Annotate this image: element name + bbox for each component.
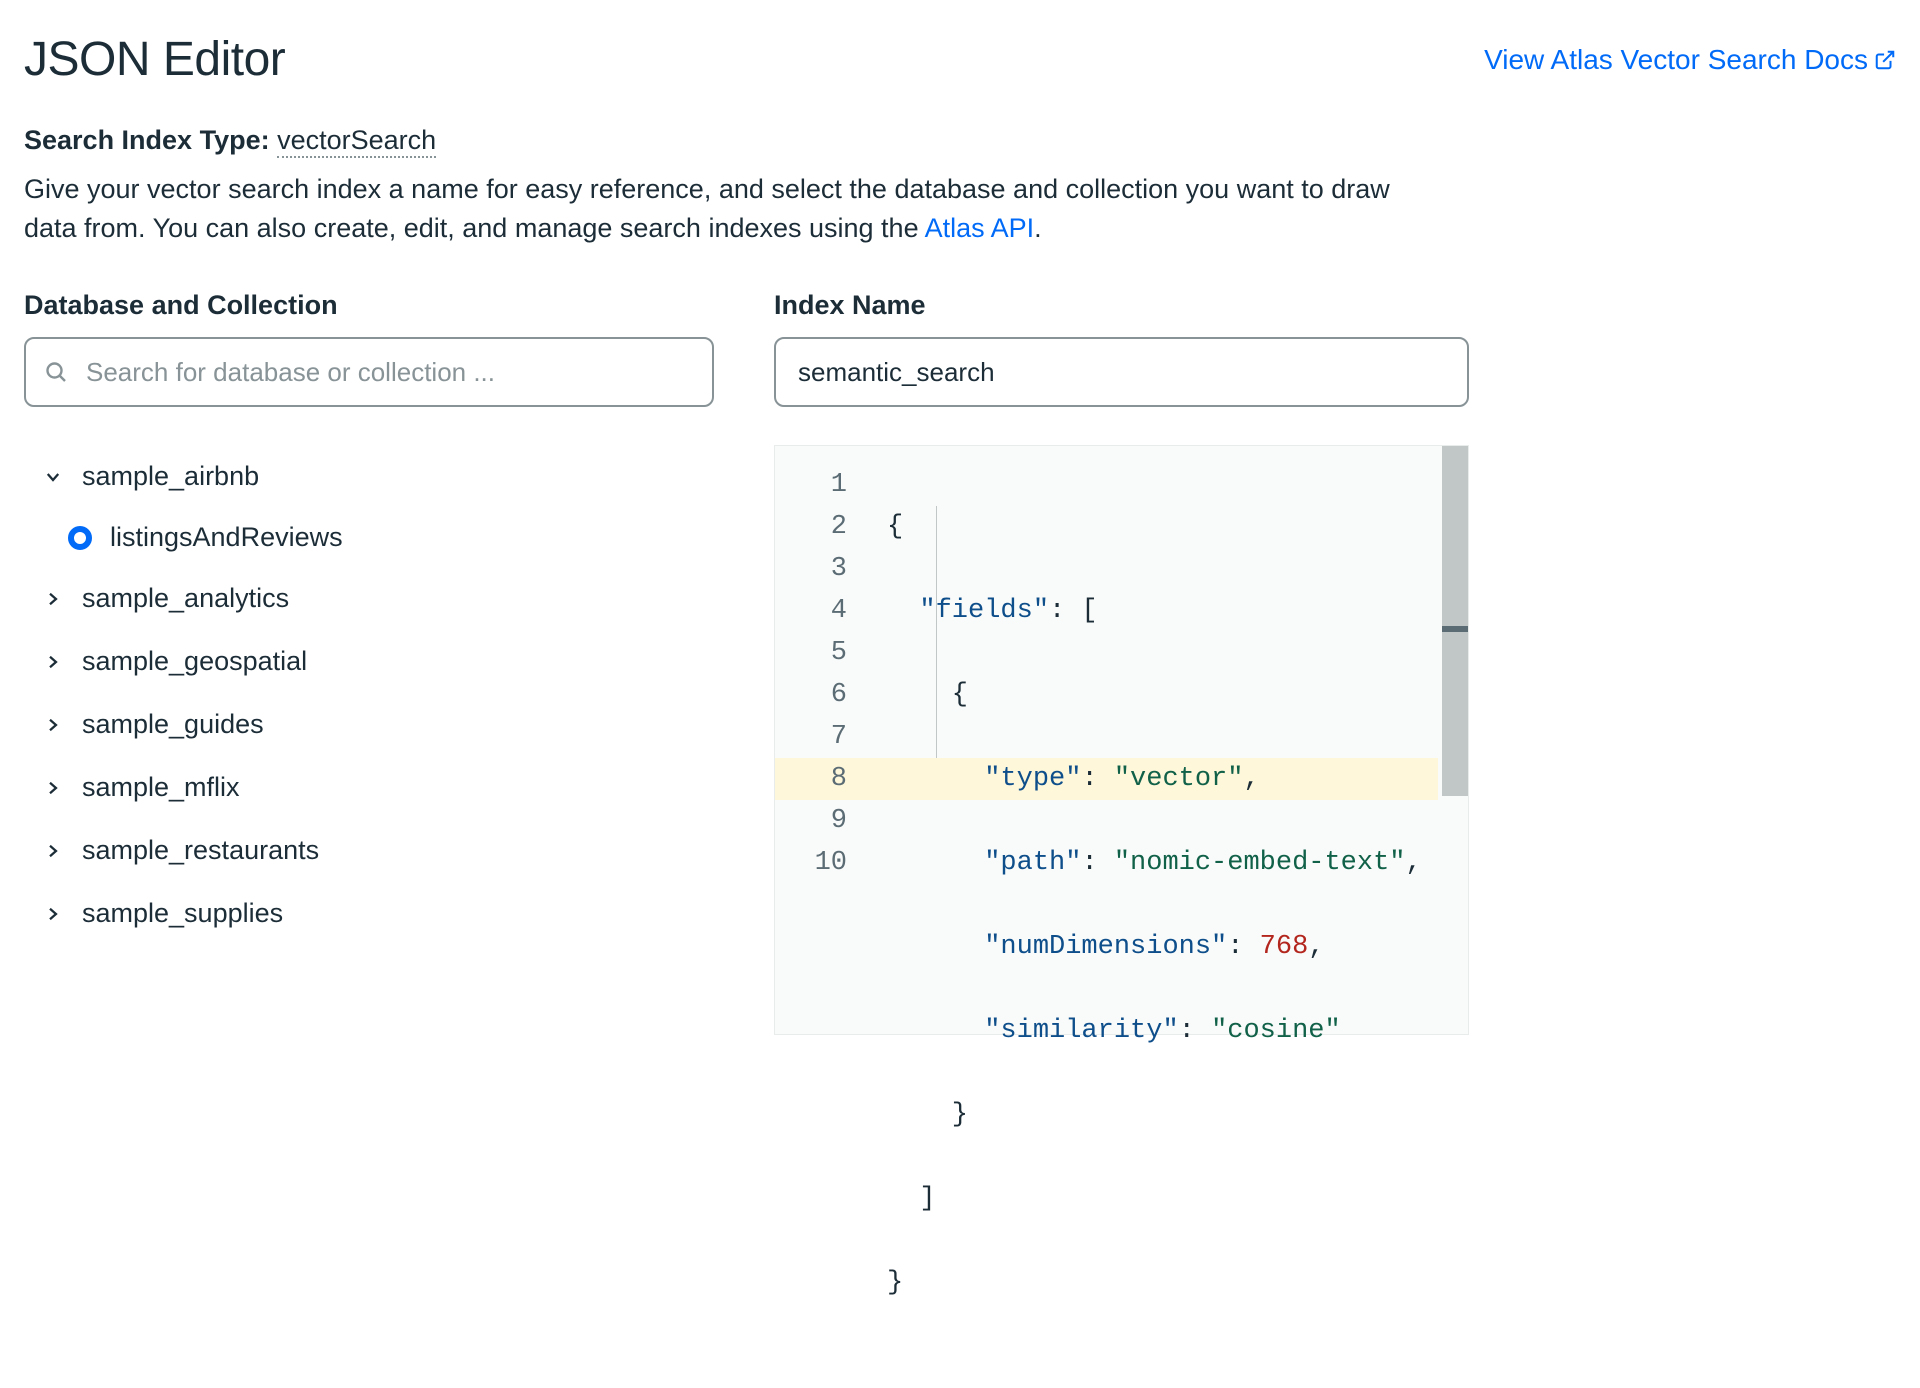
line-number: 3 bbox=[775, 548, 847, 590]
index-name-label: Index Name bbox=[774, 290, 1469, 321]
database-item-sample_geospatial[interactable]: sample_geospatial bbox=[24, 630, 714, 693]
line-number: 9 bbox=[775, 800, 847, 842]
database-item-sample_airbnb[interactable]: sample_airbnb bbox=[24, 445, 714, 508]
editor-scrollbar[interactable] bbox=[1442, 446, 1468, 796]
chevron-right-icon bbox=[42, 840, 64, 862]
page-title: JSON Editor bbox=[24, 32, 285, 87]
docs-link-label: View Atlas Vector Search Docs bbox=[1484, 44, 1868, 76]
line-number: 2 bbox=[775, 506, 847, 548]
line-number: 8 bbox=[775, 758, 847, 800]
chevron-right-icon bbox=[42, 714, 64, 736]
chevron-right-icon bbox=[42, 651, 64, 673]
line-number: 7 bbox=[775, 716, 847, 758]
database-label: sample_guides bbox=[82, 709, 264, 740]
index-type-row: Search Index Type: vectorSearch bbox=[24, 125, 1896, 156]
index-type-value[interactable]: vectorSearch bbox=[277, 125, 436, 158]
description-text: Give your vector search index a name for… bbox=[24, 170, 1444, 248]
database-label: sample_mflix bbox=[82, 772, 240, 803]
line-number: 4 bbox=[775, 590, 847, 632]
json-editor[interactable]: 12345678910 { "fields": [ { "type": "vec… bbox=[774, 445, 1469, 1035]
database-item-sample_analytics[interactable]: sample_analytics bbox=[24, 567, 714, 630]
line-number: 5 bbox=[775, 632, 847, 674]
chevron-right-icon bbox=[42, 588, 64, 610]
database-item-sample_mflix[interactable]: sample_mflix bbox=[24, 756, 714, 819]
db-collection-label: Database and Collection bbox=[24, 290, 714, 321]
database-label: sample_restaurants bbox=[82, 835, 319, 866]
database-item-sample_restaurants[interactable]: sample_restaurants bbox=[24, 819, 714, 882]
atlas-api-link[interactable]: Atlas API bbox=[925, 213, 1035, 243]
chevron-down-icon bbox=[42, 466, 64, 488]
index-name-input[interactable] bbox=[774, 337, 1469, 407]
line-number: 6 bbox=[775, 674, 847, 716]
editor-scrollbar-thumb[interactable] bbox=[1442, 626, 1468, 632]
database-item-sample_guides[interactable]: sample_guides bbox=[24, 693, 714, 756]
line-number: 10 bbox=[775, 842, 847, 884]
collection-label: listingsAndReviews bbox=[110, 522, 343, 553]
search-icon bbox=[44, 360, 68, 384]
radio-selected-icon bbox=[68, 526, 92, 550]
line-number: 1 bbox=[775, 464, 847, 506]
docs-link[interactable]: View Atlas Vector Search Docs bbox=[1484, 44, 1896, 76]
external-link-icon bbox=[1874, 49, 1896, 71]
chevron-right-icon bbox=[42, 777, 64, 799]
editor-gutter: 12345678910 bbox=[775, 464, 863, 884]
database-label: sample_airbnb bbox=[82, 461, 259, 492]
database-tree: sample_airbnb listingsAndReviews sample_an… bbox=[24, 435, 714, 945]
collection-item-listingsAndReviews[interactable]: listingsAndReviews bbox=[24, 508, 714, 567]
database-label: sample_supplies bbox=[82, 898, 283, 929]
search-input[interactable] bbox=[24, 337, 714, 407]
chevron-right-icon bbox=[42, 903, 64, 925]
index-type-label: Search Index Type: bbox=[24, 125, 277, 155]
database-label: sample_geospatial bbox=[82, 646, 307, 677]
database-label: sample_analytics bbox=[82, 583, 289, 614]
database-item-sample_supplies[interactable]: sample_supplies bbox=[24, 882, 714, 945]
editor-code[interactable]: { "fields": [ { "type": "vector", "path"… bbox=[887, 464, 1438, 1388]
